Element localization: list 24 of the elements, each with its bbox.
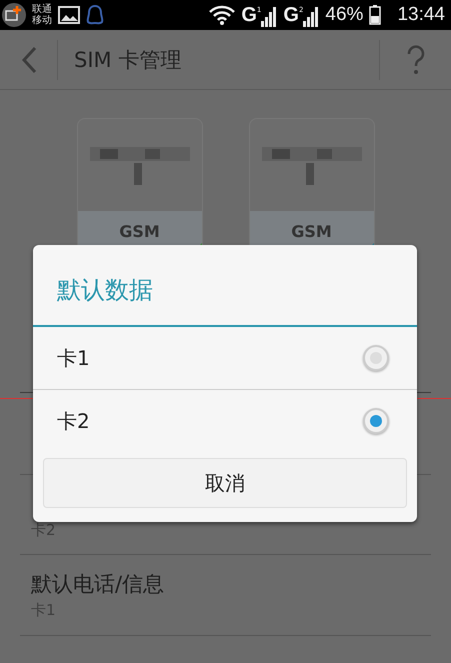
- network-type: G: [241, 4, 257, 26]
- radio-button[interactable]: [363, 345, 389, 371]
- app-icon: [2, 3, 26, 27]
- battery-icon: [369, 5, 382, 25]
- dialog-title: 默认数据: [33, 245, 417, 327]
- cancel-button[interactable]: 取消: [43, 458, 407, 508]
- option-label: 卡2: [57, 408, 90, 434]
- chevron-left-icon: [20, 46, 36, 74]
- carrier-label: 移动: [32, 15, 52, 26]
- signal-icon: [303, 6, 320, 26]
- question-mark-icon: [406, 44, 426, 74]
- carrier-label: 联通: [32, 4, 52, 15]
- battery-level: 46%: [325, 4, 364, 26]
- setting-title: 默认电话/信息: [31, 571, 164, 598]
- signal-icon: [261, 6, 278, 26]
- option-row[interactable]: 卡1: [33, 327, 417, 389]
- clock: 13:44: [397, 4, 445, 26]
- option-row[interactable]: 卡2: [33, 389, 417, 452]
- image-icon: [58, 6, 80, 24]
- wifi-icon: [209, 5, 236, 25]
- screen-title: SIM 卡管理: [74, 46, 182, 74]
- radio-button[interactable]: [363, 408, 389, 434]
- option-label: 卡1: [57, 344, 90, 372]
- network-type: G: [283, 4, 299, 26]
